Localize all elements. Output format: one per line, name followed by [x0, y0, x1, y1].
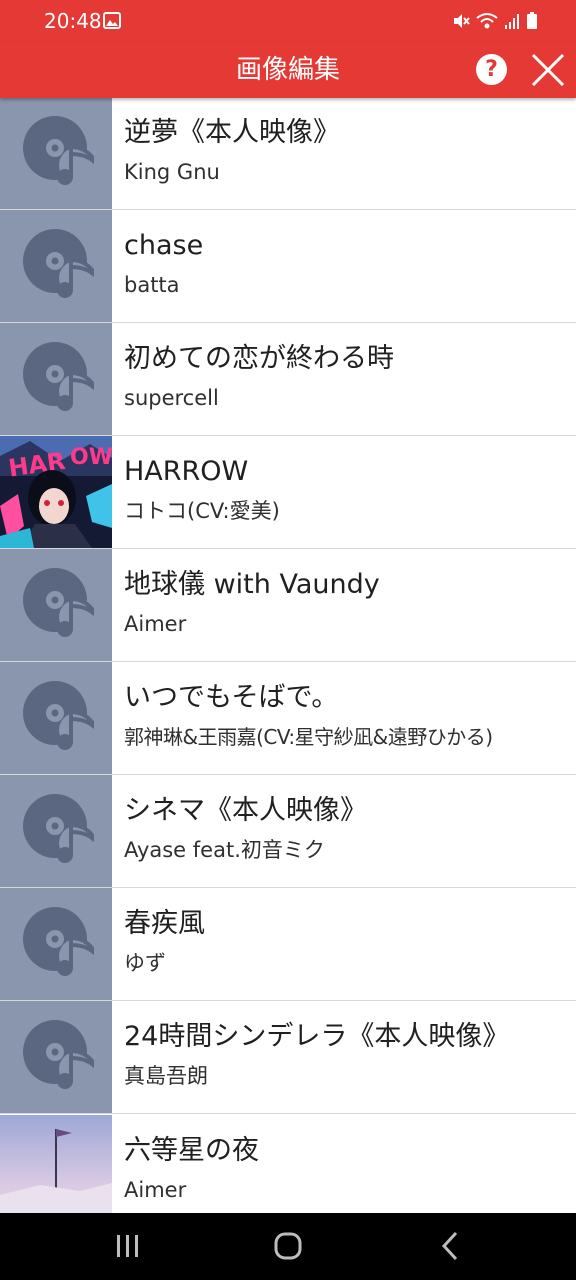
song-item[interactable]: HAR OW HARROW コトコ(CV:愛美)	[0, 436, 576, 549]
song-item[interactable]: 逆夢《本人映像》 King Gnu	[0, 97, 576, 210]
song-artist: supercell	[124, 386, 219, 410]
recent-apps-icon[interactable]	[107, 1229, 147, 1263]
default-music-icon	[23, 681, 94, 750]
song-title: 初めての恋が終わる時	[124, 343, 394, 374]
song-thumbnail[interactable]	[0, 549, 112, 661]
song-artist: ゆず	[124, 951, 166, 975]
album-art	[0, 1115, 112, 1213]
song-title: 六等星の夜	[124, 1135, 259, 1166]
help-button[interactable]: ?	[476, 54, 507, 85]
song-artist: Aimer	[124, 1178, 187, 1202]
song-item[interactable]: いつでもそばで。 郭神琳&王雨嘉(CV:星守紗凪&遠野ひかる)	[0, 662, 576, 775]
song-artist: Ayase feat.初音ミク	[124, 838, 325, 862]
song-title: シネマ《本人映像》	[124, 795, 367, 826]
wifi-icon	[476, 13, 498, 29]
song-item[interactable]: 地球儀 with Vaundy Aimer	[0, 549, 576, 662]
song-title: HARROW	[124, 456, 249, 487]
home-icon[interactable]	[268, 1229, 308, 1263]
mute-icon	[454, 14, 470, 28]
song-thumbnail[interactable]	[0, 323, 112, 435]
status-time: 20:48	[44, 9, 102, 33]
svg-text:OW: OW	[70, 445, 112, 470]
song-artist: 郭神琳&王雨嘉(CV:星守紗凪&遠野ひかる)	[124, 725, 493, 749]
song-list: 逆夢《本人映像》 King Gnu chase batta 初めての恋が終わる時…	[0, 97, 576, 1213]
song-artist: 真島吾朗	[124, 1064, 208, 1088]
gallery-icon	[103, 12, 121, 29]
song-item[interactable]: chase batta	[0, 210, 576, 323]
status-bar: 20:48	[0, 0, 576, 42]
default-music-icon	[23, 1020, 94, 1089]
song-artist: Aimer	[124, 612, 187, 636]
album-art: HAR OW	[0, 436, 112, 548]
close-icon[interactable]	[528, 50, 568, 90]
song-thumbnail[interactable]	[0, 888, 112, 1000]
default-music-icon	[23, 342, 94, 411]
default-music-icon	[23, 116, 94, 185]
song-thumbnail[interactable]	[0, 775, 112, 887]
song-thumbnail[interactable]	[0, 1001, 112, 1113]
song-title: 地球儀 with Vaundy	[124, 569, 380, 600]
song-title: chase	[124, 230, 204, 261]
song-item[interactable]: 24時間シンデレラ《本人映像》 真島吾朗	[0, 1001, 576, 1114]
battery-icon	[527, 12, 537, 29]
song-title: いつでもそばで。	[124, 682, 339, 713]
song-artist: batta	[124, 273, 180, 297]
signal-icon	[505, 14, 519, 29]
song-item[interactable]: 春疾風 ゆず	[0, 888, 576, 1001]
song-thumbnail[interactable]	[0, 210, 112, 322]
status-icons	[452, 11, 538, 31]
song-item[interactable]: シネマ《本人映像》 Ayase feat.初音ミク	[0, 775, 576, 888]
song-item[interactable]: 初めての恋が終わる時 supercell	[0, 323, 576, 436]
song-title: 24時間シンデレラ《本人映像》	[124, 1021, 510, 1052]
song-title: 春疾風	[124, 908, 205, 939]
song-thumbnail[interactable]	[0, 662, 112, 774]
song-item[interactable]: 六等星の夜 Aimer	[0, 1115, 576, 1213]
default-music-icon	[23, 568, 94, 637]
navigation-bar	[0, 1213, 576, 1280]
default-music-icon	[23, 907, 94, 976]
app-header: 画像編集 ?	[0, 42, 576, 98]
default-music-icon	[23, 229, 94, 298]
default-music-icon	[23, 794, 94, 863]
song-artist: コトコ(CV:愛美)	[124, 499, 280, 523]
song-thumbnail[interactable]: HAR OW	[0, 436, 112, 548]
song-thumbnail[interactable]	[0, 97, 112, 209]
song-artist: King Gnu	[124, 160, 220, 184]
song-title: 逆夢《本人映像》	[124, 117, 340, 148]
back-icon[interactable]	[430, 1229, 470, 1263]
song-thumbnail[interactable]	[0, 1115, 112, 1213]
